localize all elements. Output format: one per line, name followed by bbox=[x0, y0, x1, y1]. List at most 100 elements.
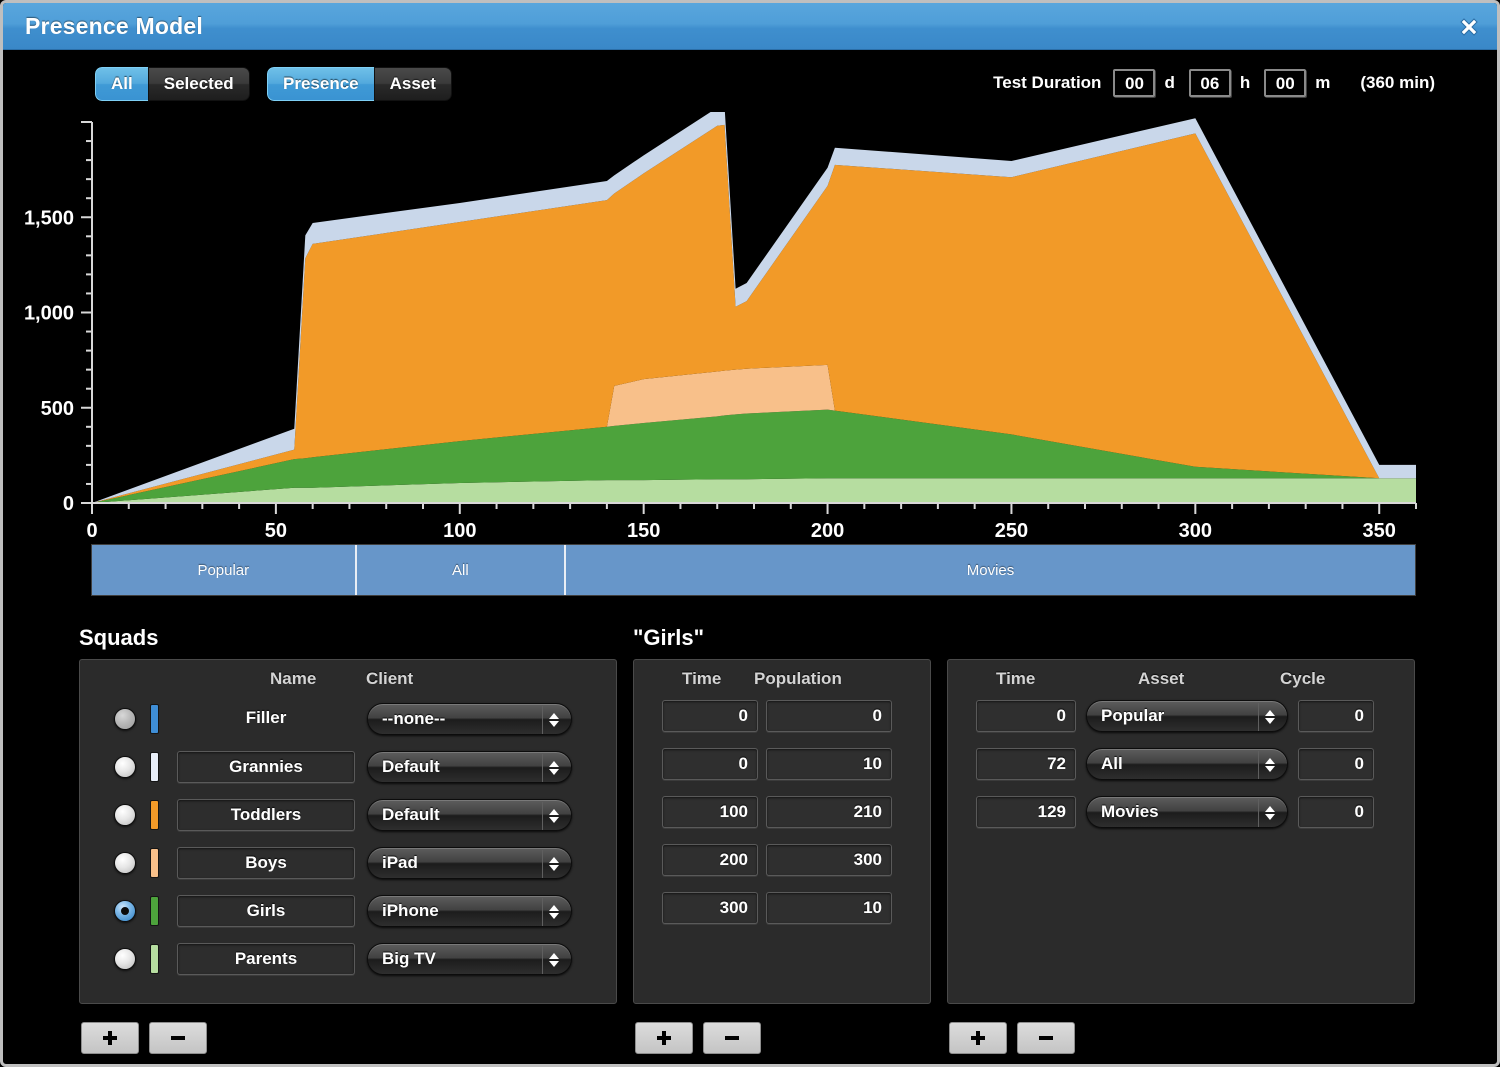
duration-hours-input[interactable]: 06 bbox=[1188, 69, 1231, 97]
asset-cycle-input[interactable]: 0 bbox=[1298, 700, 1374, 732]
duration-days-input[interactable]: 00 bbox=[1113, 69, 1156, 97]
population-header-time: Time bbox=[682, 669, 722, 688]
squad-row: Grannies Default bbox=[80, 746, 618, 787]
asset-header-asset: Asset bbox=[1138, 669, 1185, 688]
asset-add-button[interactable] bbox=[949, 1022, 1007, 1054]
chart-canvas: 0 500 1,000 1,500 0 50 100 150 200 250 300 350 bbox=[24, 112, 1417, 542]
presence-model-window: Presence Model All Selected Presence Ass… bbox=[0, 0, 1500, 1067]
squad-select-radio[interactable] bbox=[114, 707, 136, 730]
y-tick-label: 1,500 bbox=[24, 207, 74, 229]
squad-name-cell: Girls bbox=[177, 894, 355, 927]
squad-row: Parents Big TV bbox=[80, 938, 618, 979]
population-value-input[interactable]: 10 bbox=[766, 892, 892, 924]
asset-row: 72 All 0 bbox=[976, 748, 1374, 780]
asset-select[interactable]: All bbox=[1086, 748, 1288, 780]
population-time-input[interactable]: 300 bbox=[662, 892, 758, 924]
squad-name-input[interactable]: Toddlers bbox=[177, 798, 355, 831]
window-titlebar: Presence Model bbox=[3, 3, 1497, 50]
population-value-input[interactable]: 210 bbox=[766, 796, 892, 828]
tab-presence[interactable]: Presence bbox=[267, 67, 374, 101]
squad-name-cell: Boys bbox=[177, 846, 355, 879]
timeline-segment-label: All bbox=[451, 561, 469, 579]
squad-row: Girls iPhone bbox=[80, 890, 618, 931]
duration-minutes-input[interactable]: 00 bbox=[1264, 69, 1307, 97]
population-value-input[interactable]: 300 bbox=[766, 844, 892, 876]
squad-name-input[interactable]: Grannies bbox=[177, 750, 355, 783]
tab-all[interactable]: All bbox=[95, 67, 148, 101]
squad-client-select[interactable]: iPhone bbox=[367, 894, 572, 927]
population-value-input[interactable]: 10 bbox=[766, 748, 892, 780]
population-row: 00 bbox=[662, 700, 892, 732]
squad-name-input[interactable]: Parents bbox=[177, 942, 355, 975]
chevron-updown-icon bbox=[542, 897, 565, 926]
squad-select-radio[interactable] bbox=[114, 755, 136, 778]
x-tick-label: 50 bbox=[265, 520, 287, 542]
population-time-input[interactable]: 200 bbox=[662, 844, 758, 876]
squad-name-cell: Parents bbox=[177, 942, 355, 975]
squad-name-input[interactable]: Boys bbox=[177, 846, 355, 879]
squad-name-cell: Toddlers bbox=[177, 798, 355, 831]
squad-row: Toddlers Default bbox=[80, 794, 618, 835]
asset-cycle-input[interactable]: 0 bbox=[1298, 748, 1374, 780]
timeline-segment-label: Movies bbox=[966, 561, 1015, 579]
squad-row: Boys iPad bbox=[80, 842, 618, 883]
scope-segmented-control: All Selected bbox=[95, 67, 250, 101]
asset-time-input[interactable]: 129 bbox=[976, 796, 1076, 828]
timeline-segment-popular[interactable]: Popular bbox=[92, 545, 357, 595]
mode-segmented-control: Presence Asset bbox=[267, 67, 452, 101]
squad-select-radio[interactable] bbox=[114, 947, 136, 970]
duration-total-label: (360 min) bbox=[1360, 73, 1435, 92]
population-time-input[interactable]: 0 bbox=[662, 748, 758, 780]
asset-time-input[interactable]: 0 bbox=[976, 700, 1076, 732]
squad-name-input[interactable]: Girls bbox=[177, 894, 355, 927]
asset-remove-button[interactable] bbox=[1017, 1022, 1075, 1054]
population-value-input[interactable]: 0 bbox=[766, 700, 892, 732]
close-icon[interactable] bbox=[1457, 15, 1481, 39]
squad-client-select[interactable]: Default bbox=[367, 750, 572, 783]
asset-time-input[interactable]: 72 bbox=[976, 748, 1076, 780]
duration-hours-unit: h bbox=[1239, 73, 1251, 92]
squad-select-radio[interactable] bbox=[114, 851, 136, 874]
duration-days-unit: d bbox=[1164, 73, 1175, 92]
chevron-updown-icon bbox=[542, 801, 565, 830]
chevron-updown-icon bbox=[542, 945, 565, 974]
window-title: Presence Model bbox=[25, 13, 203, 39]
timeline-segment-all[interactable]: All bbox=[356, 545, 567, 595]
squad-client-select[interactable]: Big TV bbox=[367, 942, 572, 975]
presence-chart: 0 500 1,000 1,500 0 50 100 150 200 250 300 350 bbox=[3, 112, 1497, 542]
squad-client-select[interactable]: iPad bbox=[367, 846, 572, 879]
squad-select-radio[interactable] bbox=[114, 899, 136, 922]
asset-select[interactable]: Movies bbox=[1086, 796, 1288, 828]
squad-select-radio[interactable] bbox=[114, 803, 136, 826]
squad-name-input: Filler bbox=[245, 707, 287, 727]
timeline-segment-movies[interactable]: Movies bbox=[566, 545, 1415, 595]
squad-client-value: iPhone bbox=[382, 900, 439, 920]
squads-remove-button[interactable] bbox=[149, 1022, 207, 1054]
squad-client-select[interactable]: Default bbox=[367, 798, 572, 831]
timeline-segment-label: Popular bbox=[197, 561, 250, 579]
asset-add-remove bbox=[949, 1022, 1075, 1054]
x-tick-label: 250 bbox=[995, 520, 1028, 542]
asset-schedule-panel: Time Asset Cycle 0 Popular 0 72 All 0 129 Movie… bbox=[947, 659, 1415, 1004]
squads-add-button[interactable] bbox=[81, 1022, 139, 1054]
asset-select[interactable]: Popular bbox=[1086, 700, 1288, 732]
squad-client-select[interactable]: --none-- bbox=[367, 702, 572, 735]
asset-header-time: Time bbox=[996, 669, 1036, 688]
test-duration-label: Test Duration bbox=[993, 73, 1102, 92]
squad-color-swatch bbox=[150, 703, 159, 734]
asset-cycle-input[interactable]: 0 bbox=[1298, 796, 1374, 828]
chevron-updown-icon bbox=[542, 705, 565, 734]
squad-color-swatch bbox=[150, 895, 159, 926]
population-time-input[interactable]: 0 bbox=[662, 700, 758, 732]
asset-select-value: All bbox=[1101, 754, 1123, 773]
asset-header-cycle: Cycle bbox=[1280, 669, 1326, 688]
population-time-input[interactable]: 100 bbox=[662, 796, 758, 828]
tab-selected[interactable]: Selected bbox=[147, 67, 250, 101]
x-tick-label: 150 bbox=[627, 520, 660, 542]
population-add-remove bbox=[635, 1022, 761, 1054]
population-remove-button[interactable] bbox=[703, 1022, 761, 1054]
tab-asset[interactable]: Asset bbox=[373, 67, 452, 101]
squad-client-value: Big TV bbox=[382, 948, 436, 968]
chevron-updown-icon bbox=[1258, 799, 1281, 827]
population-add-button[interactable] bbox=[635, 1022, 693, 1054]
